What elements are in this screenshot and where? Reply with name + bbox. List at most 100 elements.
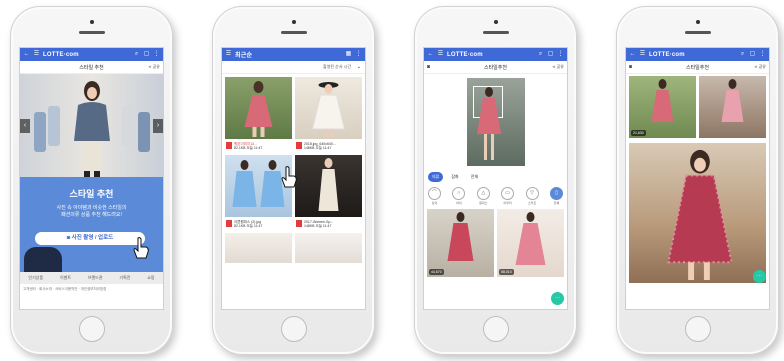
- pointing-hand-icon: [133, 237, 149, 259]
- nav-item[interactable]: 브랜드관: [88, 275, 103, 281]
- item-category-filter: ⌒ 상의 ∩ 하의 △ 원피스 ▭ 아우터 ▽ 스커트 ▯ 전체: [424, 185, 567, 207]
- chevron-down-icon[interactable]: ⌄: [357, 64, 361, 70]
- share-button[interactable]: ⋖ 공유: [148, 64, 160, 70]
- category-label: 원피스: [479, 201, 488, 205]
- more-icon[interactable]: ⋮: [153, 51, 160, 58]
- category-dress[interactable]: △ 원피스: [476, 187, 491, 205]
- more-icon[interactable]: ⋮: [355, 51, 362, 58]
- back-arrow-icon[interactable]: ←: [427, 51, 434, 58]
- dress-photo: [311, 82, 346, 137]
- result-item[interactable]: 21,630: [629, 76, 696, 138]
- earpiece: [482, 31, 509, 34]
- dress-photo: [447, 212, 474, 261]
- back-arrow-icon[interactable]: ←: [23, 51, 30, 58]
- menu-icon[interactable]: ☰: [639, 51, 646, 58]
- home-button[interactable]: [684, 316, 711, 342]
- tab-all[interactable]: 전체: [467, 172, 482, 182]
- uploaded-photo-preview: [466, 78, 525, 166]
- carousel-prev-button[interactable]: ‹: [20, 119, 30, 133]
- photo-meta: 148KB 오늘 11:47: [304, 145, 332, 150]
- sort-dropdown[interactable]: 촬영된 순서 시간: [323, 64, 351, 70]
- page-title: 스타일추천: [483, 64, 507, 71]
- grid-view-icon[interactable]: ▦: [345, 51, 352, 58]
- photo-thumbnail[interactable]: [225, 233, 292, 263]
- camera-dot: [695, 20, 700, 24]
- category-label: 아우터: [503, 201, 512, 205]
- shirt-image: [122, 106, 134, 146]
- page-header: ◙ 스타일추천 ⋖ 공유: [626, 61, 769, 74]
- category-skirt[interactable]: ▽ 스커트: [525, 187, 540, 205]
- pants-icon: ∩: [452, 187, 466, 200]
- photo-upload-button[interactable]: ◙ 사진 촬영 / 업로드: [35, 232, 145, 245]
- phone-mockup-4: ← ☰ LOTTE·com ⌕ ▢ ⋮ ◙ 스타일추천 ⋖ 공유 21,630: [616, 6, 779, 355]
- share-icon: ⋖: [552, 64, 556, 69]
- like-count: 58,010: [499, 269, 514, 275]
- bottom-nav: 인기상품 이벤트 브랜드관 기획전 쇼핑: [20, 272, 163, 284]
- menu-icon[interactable]: ☰: [33, 51, 40, 58]
- tab-accessories[interactable]: 잡화: [447, 172, 462, 182]
- more-icon[interactable]: ⋮: [557, 51, 564, 58]
- top-bar: ← ☰ LOTTE·com ⌕ ▢ ⋮: [424, 48, 567, 61]
- home-button[interactable]: [482, 316, 509, 342]
- like-count: 44,670: [429, 269, 444, 275]
- result-item[interactable]: 44,670: [427, 209, 494, 277]
- nav-item[interactable]: 기획전: [119, 275, 130, 281]
- promo-section: 스타일 추천 사진 속 아이템과 비슷한 스타일의 패션의류 상품 추천 해드려…: [20, 177, 163, 272]
- top-bar: ← ☰ LOTTE·com ⌕ ▢ ⋮: [626, 48, 769, 61]
- screen-style-recommend-home: ← ☰ LOTTE·com ⌕ ▢ ⋮ 스타일 추천 ⋖ 공유 ‹ › 스타일 …: [19, 47, 164, 310]
- category-outer[interactable]: ▭ 아우터: [500, 187, 515, 205]
- result-item[interactable]: [699, 76, 766, 138]
- more-icon[interactable]: ⋮: [759, 51, 766, 58]
- brand-logo[interactable]: LOTTE·com: [447, 52, 483, 58]
- camera-icon[interactable]: ◙: [629, 64, 632, 70]
- home-button[interactable]: [280, 316, 307, 342]
- photo-item[interactable]: 2018.jpg_640x640... 148KB 오늘 11:47: [295, 77, 362, 152]
- screen-photo-gallery: ☰ 최근순 ▦ ⋮ 촬영된 순서 시간 ⌄ 원본이미지13... 82.1KB 오…: [221, 47, 366, 310]
- cart-icon[interactable]: ▢: [749, 51, 756, 58]
- brand-logo[interactable]: LOTTE·com: [649, 52, 685, 58]
- camera-dot: [493, 20, 498, 24]
- floating-action-button[interactable]: ···: [753, 270, 766, 283]
- cart-icon[interactable]: ▢: [143, 51, 150, 58]
- category-bottom[interactable]: ∩ 하의: [451, 187, 466, 205]
- share-label: 공유: [758, 64, 766, 69]
- menu-icon[interactable]: ☰: [225, 51, 232, 58]
- product-detail-photo[interactable]: [629, 143, 766, 283]
- share-button[interactable]: ⋖ 공유: [754, 64, 766, 70]
- nav-item[interactable]: 이벤트: [60, 275, 71, 281]
- share-button[interactable]: ⋖ 공유: [552, 64, 564, 70]
- page-title: 스타일추천: [685, 64, 709, 71]
- dress-photo: [476, 87, 501, 160]
- shirt-image: [48, 106, 60, 146]
- share-icon: ⋖: [754, 64, 758, 69]
- category-top[interactable]: ⌒ 상의: [427, 187, 442, 205]
- photo-item[interactable]: 2017-Women-Sp... 148KB 오늘 11:47: [295, 155, 362, 230]
- tab-clothing[interactable]: 의류: [428, 172, 444, 182]
- back-arrow-icon[interactable]: ←: [629, 51, 636, 58]
- footer-links[interactable]: 고객센터 · 회사소개 · 서비스이용약관 · 개인정보처리방침: [20, 284, 163, 295]
- photo-item[interactable]: 원본이미지13... 82.1KB 오늘 11:47: [225, 77, 292, 152]
- brand-logo[interactable]: LOTTE·com: [43, 52, 79, 58]
- dress-photo: [515, 212, 546, 265]
- promo-description-line: 패션의류 상품 추천 해드려요!: [61, 212, 122, 218]
- photo-thumbnail: [295, 77, 362, 139]
- category-tabs: 의류 잡화 전체: [424, 166, 567, 185]
- carousel-next-button[interactable]: ›: [153, 119, 163, 133]
- cart-icon[interactable]: ▢: [547, 51, 554, 58]
- nav-item[interactable]: 쇼핑: [147, 275, 154, 281]
- floating-action-button[interactable]: ···: [551, 292, 564, 305]
- menu-icon[interactable]: ☰: [437, 51, 444, 58]
- photo-thumbnail[interactable]: [295, 233, 362, 263]
- dress-photo: [721, 79, 744, 122]
- camera-icon[interactable]: ◙: [427, 64, 430, 70]
- search-icon[interactable]: ⌕: [133, 51, 140, 58]
- result-item[interactable]: 58,010: [497, 209, 564, 277]
- dress-photo: [318, 158, 339, 211]
- nav-item[interactable]: 인기상품: [28, 275, 43, 281]
- search-icon[interactable]: ⌕: [537, 51, 544, 58]
- category-all[interactable]: ▯ 전체: [549, 187, 564, 205]
- share-label: 공유: [152, 64, 160, 69]
- home-button[interactable]: [78, 316, 105, 342]
- search-icon[interactable]: ⌕: [739, 51, 746, 58]
- photo-meta: 148KB 오늘 11:47: [304, 223, 332, 228]
